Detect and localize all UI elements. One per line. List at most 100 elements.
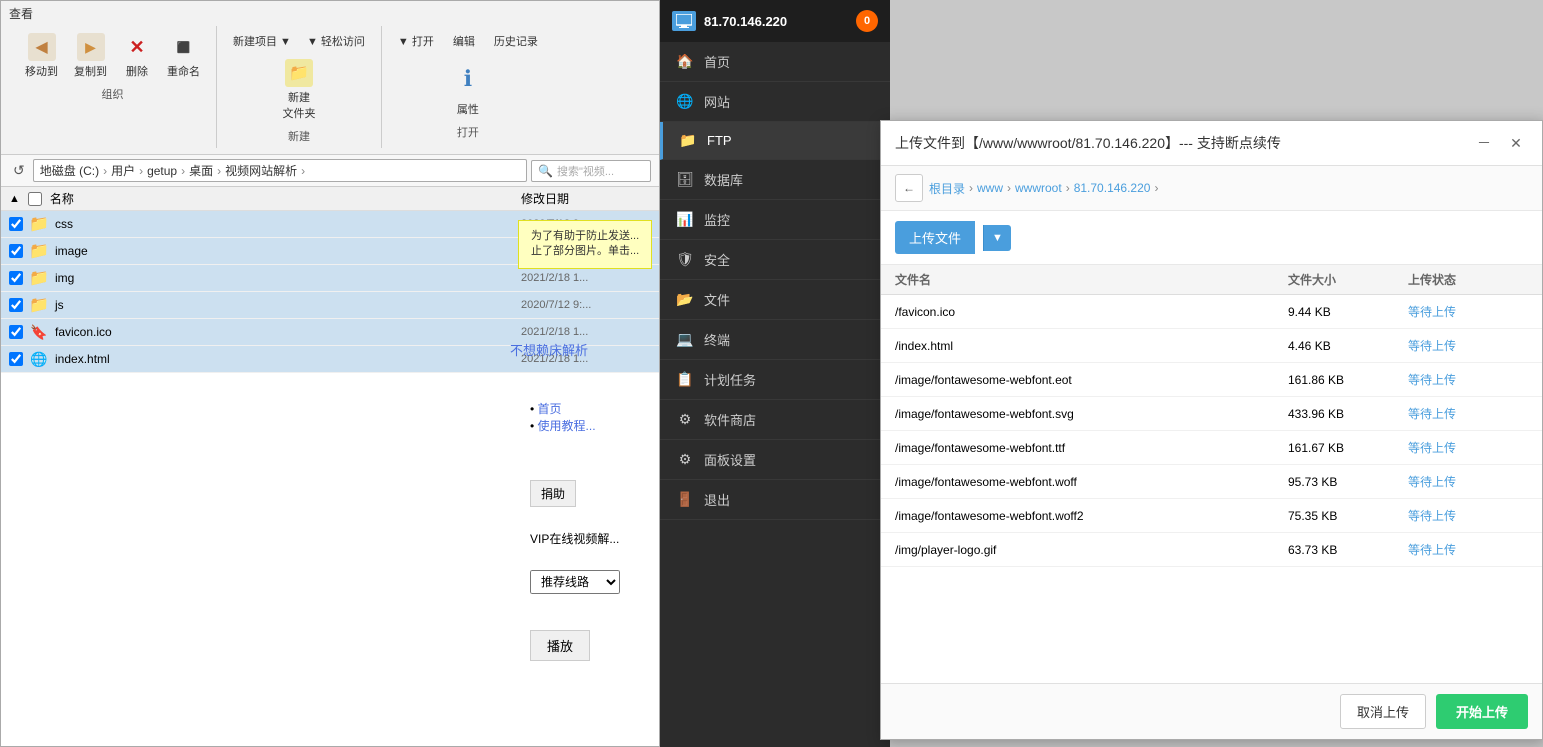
dialog-title: 上传文件到【/www/wwwroot/81.70.146.220】--- 支持断… [895, 133, 1281, 153]
history-button[interactable]: 历史记录 [488, 30, 544, 52]
move-to-icon: ◀ [28, 33, 56, 61]
rename-label: 重命名 [167, 63, 200, 79]
nav-item-appstore[interactable]: ⚙ 软件商店 [660, 400, 890, 440]
nav-item-terminal[interactable]: 💻 终端 [660, 320, 890, 360]
upload-dialog: 上传文件到【/www/wwwroot/81.70.146.220】--- 支持断… [880, 120, 1543, 740]
search-icon: 🔍 [538, 164, 553, 178]
copy-to-label: 复制到 [74, 63, 107, 79]
upload-filesize-woff2: 75.35 KB [1288, 509, 1408, 523]
rename-button[interactable]: ⬛ 重命名 [161, 30, 206, 82]
properties-label: 属性 [457, 101, 479, 117]
nav-item-panel-settings[interactable]: ⚙ 面板设置 [660, 440, 890, 480]
new-item-button[interactable]: 新建项目 ▼ [227, 30, 297, 52]
breadcrumb-www[interactable]: www [977, 181, 1003, 195]
nav-label-ftp: FTP [707, 133, 732, 148]
nav-label-panel-settings: 面板设置 [704, 450, 756, 469]
vip-text: VIP在线视频解... [530, 530, 619, 547]
ribbon-clipboard-buttons: ◀ 移动到 ▶ 复制到 ✕ 删除 ⬛ 重命名 [19, 30, 206, 82]
file-date-img: 2021/2/18 1... [521, 272, 651, 284]
file-table-body: /favicon.ico 9.44 KB 等待上传 /index.html 4.… [881, 295, 1542, 683]
ftp-sidebar: 81.70.146.220 0 🏠 首页 🌐 网站 📁 FTP 🗄 数据库 📊 … [660, 0, 890, 747]
breadcrumb-ip[interactable]: 81.70.146.220 [1074, 181, 1151, 195]
new-label: 新建 [288, 128, 310, 144]
path-part-4: 桌面 [189, 162, 213, 179]
edit-label: 编辑 [453, 33, 475, 49]
refresh-button[interactable]: ↺ [9, 160, 29, 181]
breadcrumb-back-button[interactable]: ← [895, 174, 923, 202]
play-btn-area[interactable]: 播放 [530, 630, 590, 661]
breadcrumb-root[interactable]: 根目录 [929, 180, 965, 197]
bullet1-link[interactable]: 首页 [538, 402, 562, 416]
upload-status-woff2: 等待上传 [1408, 507, 1528, 524]
upload-row-woff[interactable]: /image/fontawesome-webfont.woff 95.73 KB… [881, 465, 1542, 499]
nav-item-security[interactable]: 🛡 安全 [660, 240, 890, 280]
upload-dropdown-button[interactable]: ▼ [983, 225, 1011, 251]
nav-item-tasks[interactable]: 📋 计划任务 [660, 360, 890, 400]
webpage-link[interactable]: 不想赖床解析 [510, 340, 588, 359]
file-checkbox-css[interactable] [9, 217, 23, 231]
file-checkbox-img[interactable] [9, 271, 23, 285]
delete-button[interactable]: ✕ 删除 [117, 30, 157, 82]
file-checkbox-index[interactable] [9, 352, 23, 366]
easy-access-button[interactable]: ▼ 轻松访问 [301, 30, 371, 52]
upload-row-eot[interactable]: /image/fontawesome-webfont.eot 161.86 KB… [881, 363, 1542, 397]
move-to-button[interactable]: ◀ 移动到 [19, 30, 64, 82]
file-checkbox-js[interactable] [9, 298, 23, 312]
play-button[interactable]: 播放 [530, 630, 590, 661]
database-icon: 🗄 [676, 171, 694, 188]
nav-item-website[interactable]: 🌐 网站 [660, 82, 890, 122]
notification-badge[interactable]: 0 [856, 10, 878, 32]
nav-item-monitor[interactable]: 📊 监控 [660, 200, 890, 240]
select-all-checkbox[interactable] [28, 192, 42, 206]
appstore-icon: ⚙ [676, 411, 694, 428]
file-checkbox-image[interactable] [9, 244, 23, 258]
upload-file-button[interactable]: 上传文件 [895, 221, 975, 254]
address-path[interactable]: 地磁盘 (C:) › 用户 › getup › 桌面 › 视频网站解析 › [33, 159, 527, 182]
folder-icon-img: 📁 [29, 268, 49, 288]
ribbon-view-label: 查看 [9, 5, 33, 22]
nav-label-security: 安全 [704, 250, 730, 269]
upload-row-favicon[interactable]: /favicon.ico 9.44 KB 等待上传 [881, 295, 1542, 329]
open-label: ▼ 打开 [398, 33, 434, 49]
cancel-upload-button[interactable]: 取消上传 [1340, 694, 1426, 729]
popup-text: 为了有助于防止发送...止了部分图片。单击... [531, 230, 639, 257]
recommend-dropdown[interactable]: 推荐线路 [530, 570, 620, 594]
breadcrumb-wwwroot[interactable]: wwwroot [1015, 181, 1062, 195]
minimize-button[interactable]: － [1472, 131, 1496, 155]
upload-row-index[interactable]: /index.html 4.46 KB 等待上传 [881, 329, 1542, 363]
properties-button[interactable]: ℹ 属性 [442, 56, 494, 120]
path-part-2: 用户 [111, 162, 135, 179]
col-date-header: 修改日期 [521, 190, 651, 207]
file-name-image: image [55, 244, 515, 258]
open-button[interactable]: ▼ 打开 [392, 30, 440, 52]
copy-to-button[interactable]: ▶ 复制到 [68, 30, 113, 82]
delete-icon: ✕ [123, 33, 151, 61]
file-checkbox-favicon[interactable] [9, 325, 23, 339]
new-folder-button[interactable]: 📁 新建 文件夹 [276, 56, 321, 124]
nav-item-files[interactable]: 📂 文件 [660, 280, 890, 320]
search-box[interactable]: 🔍 搜索"视频... [531, 160, 651, 182]
webpage-link-text: 不想赖床解析 [510, 343, 588, 358]
ribbon-open-section: ▼ 打开 编辑 历史记录 ℹ 属性 打开 [382, 26, 554, 148]
bullet2-link[interactable]: 使用教程... [538, 419, 596, 433]
nav-item-logout[interactable]: 🚪 退出 [660, 480, 890, 520]
file-row-img[interactable]: 📁 img 2021/2/18 1... [1, 265, 659, 292]
nav-item-home[interactable]: 🏠 首页 [660, 42, 890, 82]
file-row-js[interactable]: 📁 js 2020/7/12 9:... [1, 292, 659, 319]
upload-row-gif[interactable]: /img/player-logo.gif 63.73 KB 等待上传 [881, 533, 1542, 567]
close-button[interactable]: ✕ [1504, 131, 1528, 155]
edit-button[interactable]: 编辑 [444, 30, 484, 52]
sort-up-icon[interactable]: ▲ [9, 193, 20, 205]
easy-access-label: ▼ 轻松访问 [307, 33, 365, 49]
upload-row-ttf[interactable]: /image/fontawesome-webfont.ttf 161.67 KB… [881, 431, 1542, 465]
monitor-icon [672, 11, 696, 31]
nav-item-ftp[interactable]: 📁 FTP [660, 122, 890, 160]
upload-row-svg[interactable]: /image/fontawesome-webfont.svg 433.96 KB… [881, 397, 1542, 431]
start-upload-button[interactable]: 开始上传 [1436, 694, 1528, 729]
file-name-img: img [55, 271, 515, 285]
file-list: 📁 css 2020/7/12 9:... 📁 image 2020/7/12 … [1, 211, 659, 746]
recommend-select: 推荐线路 [530, 570, 620, 594]
upload-row-woff2[interactable]: /image/fontawesome-webfont.woff2 75.35 K… [881, 499, 1542, 533]
donate-btn[interactable]: 捐助 [530, 480, 576, 507]
nav-item-database[interactable]: 🗄 数据库 [660, 160, 890, 200]
